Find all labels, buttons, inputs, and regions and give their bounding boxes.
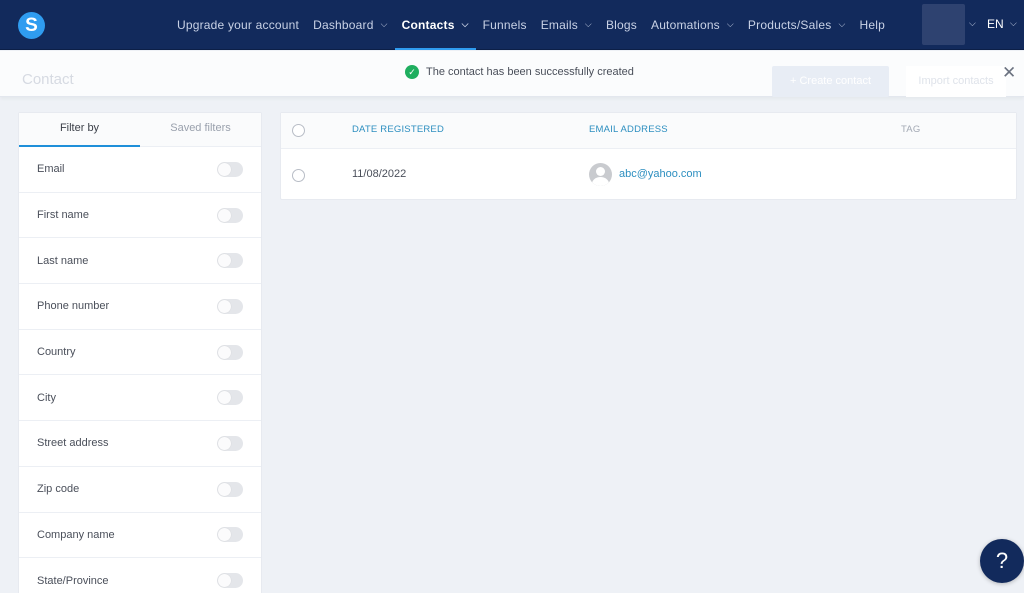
filter-toggle[interactable] xyxy=(217,161,243,177)
column-header-date-registered[interactable]: DATE REGISTERED xyxy=(352,124,444,135)
filter-item-company-name: Company name xyxy=(19,513,261,559)
filter-toggle[interactable] xyxy=(217,435,243,451)
date-registered-cell: 11/08/2022 xyxy=(352,168,407,180)
import-contacts-button[interactable]: Import contacts xyxy=(906,66,1006,97)
nav-dashboard[interactable]: Dashboard ⌵ xyxy=(306,0,395,50)
table-row[interactable]: 11/08/2022 abc@yahoo.com xyxy=(281,149,1016,200)
success-toast: ✓ The contact has been successfully crea… xyxy=(405,65,634,79)
nav-label: Contacts xyxy=(401,18,455,32)
page-header: Contact + Create contact Import contacts… xyxy=(0,51,1024,97)
nav-contacts[interactable]: Contacts ⌵ xyxy=(394,0,476,50)
filter-item-email: Email xyxy=(19,147,261,193)
filter-label: Country xyxy=(37,346,76,359)
filter-label: Phone number xyxy=(37,300,110,313)
chevron-down-icon: ⌵ xyxy=(380,18,388,29)
language-selector[interactable]: EN xyxy=(987,17,1004,31)
nav-help[interactable]: Help xyxy=(852,0,891,50)
nav-label: Upgrade your account xyxy=(177,18,300,32)
chevron-down-icon: ⌵ xyxy=(838,18,846,29)
filter-label: Last name xyxy=(37,254,89,267)
filter-item-zip-code: Zip code xyxy=(19,467,261,513)
tab-filter-by[interactable]: Filter by xyxy=(19,113,140,147)
chevron-down-icon: ⌵ xyxy=(726,18,734,29)
check-circle-icon: ✓ xyxy=(405,65,419,79)
help-button[interactable]: ? xyxy=(980,539,1024,583)
filter-toggle[interactable] xyxy=(217,253,243,269)
filter-panel: Filter by Saved filters Email First name… xyxy=(18,112,262,593)
filter-item-state-province: State/Province xyxy=(19,558,261,593)
column-header-tag[interactable]: TAG xyxy=(901,124,920,135)
select-all-checkbox[interactable] xyxy=(292,124,305,137)
filter-label: Company name xyxy=(37,528,115,541)
nav-label: Products/Sales xyxy=(747,18,832,32)
filter-label: State/Province xyxy=(37,574,109,587)
user-avatar[interactable] xyxy=(922,4,965,45)
filter-toggle[interactable] xyxy=(217,344,243,360)
filter-label: Zip code xyxy=(37,483,80,496)
nav-automations[interactable]: Automations ⌵ xyxy=(644,0,741,50)
filter-label: Street address xyxy=(37,437,109,450)
contacts-table: DATE REGISTERED EMAIL ADDRESS TAG 11/08/… xyxy=(280,112,1017,200)
column-header-email-address[interactable]: EMAIL ADDRESS xyxy=(589,124,668,135)
tab-label: Filter by xyxy=(59,122,100,134)
close-icon[interactable]: ✕ xyxy=(1002,64,1016,81)
nav-label: Automations xyxy=(650,18,720,32)
nav-label: Funnels xyxy=(482,18,527,32)
toast-message: The contact has been successfully create… xyxy=(426,66,634,78)
nav-emails[interactable]: Emails ⌵ xyxy=(534,0,599,50)
filter-toggle[interactable] xyxy=(217,298,243,314)
nav-blogs[interactable]: Blogs xyxy=(599,0,644,50)
nav-funnels[interactable]: Funnels xyxy=(476,0,534,50)
top-navbar: S Upgrade your account Dashboard ⌵ Conta… xyxy=(0,0,1024,50)
tab-saved-filters[interactable]: Saved filters xyxy=(140,113,261,146)
filter-item-last-name: Last name xyxy=(19,238,261,285)
filter-toggle[interactable] xyxy=(217,481,243,497)
filter-item-street-address: Street address xyxy=(19,421,261,467)
chevron-down-icon[interactable]: ⌵ xyxy=(969,18,976,29)
chevron-down-icon[interactable]: ⌵ xyxy=(1010,18,1017,29)
filter-toggle[interactable] xyxy=(217,527,243,543)
filter-item-country: Country xyxy=(19,330,261,376)
active-indicator xyxy=(394,48,476,50)
contact-avatar-icon xyxy=(589,163,612,186)
filter-toggle[interactable] xyxy=(217,390,243,406)
active-tab-indicator xyxy=(19,145,140,147)
page-title: Contact xyxy=(22,71,74,88)
chevron-down-icon: ⌵ xyxy=(584,18,592,29)
filter-label: City xyxy=(37,391,56,404)
filter-toggle[interactable] xyxy=(217,207,243,223)
chevron-down-icon: ⌵ xyxy=(461,18,469,29)
filter-item-first-name: First name xyxy=(19,193,261,239)
nav-label: Help xyxy=(859,18,885,32)
nav-upgrade-account[interactable]: Upgrade your account xyxy=(170,0,306,50)
app-logo[interactable]: S xyxy=(18,12,45,39)
filter-tabs: Filter by Saved filters xyxy=(19,113,261,147)
tab-label: Saved filters xyxy=(170,122,231,134)
filter-toggle[interactable] xyxy=(217,573,243,589)
create-contact-button[interactable]: + Create contact xyxy=(772,66,889,97)
row-select-checkbox[interactable] xyxy=(292,169,305,182)
nav-label: Blogs xyxy=(605,18,637,32)
filter-item-phone-number: Phone number xyxy=(19,284,261,330)
nav-label: Dashboard xyxy=(313,18,374,32)
table-header: DATE REGISTERED EMAIL ADDRESS TAG xyxy=(281,113,1016,149)
filter-label: First name xyxy=(37,209,89,222)
email-link[interactable]: abc@yahoo.com xyxy=(619,168,702,180)
nav-label: Emails xyxy=(540,18,578,32)
nav-menu: Upgrade your account Dashboard ⌵ Contact… xyxy=(170,0,892,50)
nav-products-sales[interactable]: Products/Sales ⌵ xyxy=(741,0,853,50)
filter-item-city: City xyxy=(19,375,261,422)
filter-label: Email xyxy=(37,163,65,176)
